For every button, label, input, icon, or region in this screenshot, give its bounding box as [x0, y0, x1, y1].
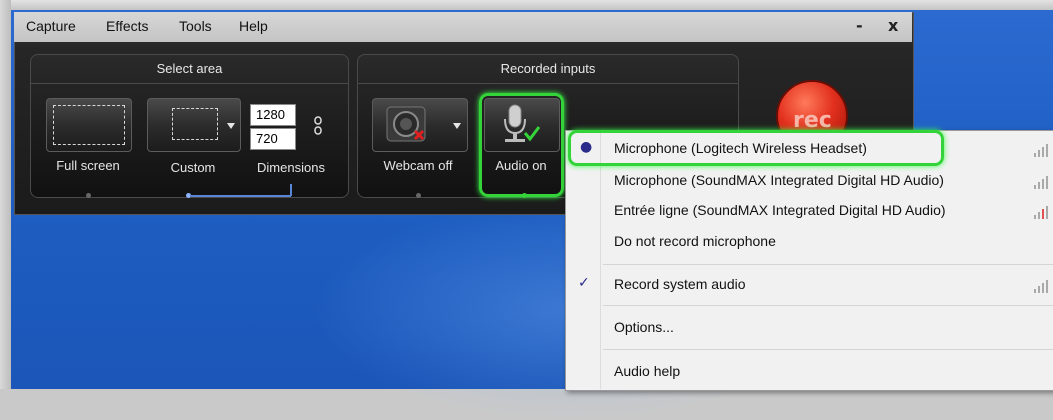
- menu-gutter: [600, 131, 601, 389]
- full-screen-label: Full screen: [56, 158, 120, 173]
- link-icon[interactable]: [313, 116, 323, 136]
- signal-bars-icon: [1034, 175, 1052, 189]
- close-button[interactable]: x: [888, 16, 898, 35]
- height-input[interactable]: 720: [250, 128, 296, 150]
- chevron-down-icon: [227, 123, 235, 129]
- menu-item-line-in[interactable]: Entrée ligne (SoundMAX Integrated Digita…: [614, 202, 946, 218]
- input-indicator-dot-active: [522, 193, 527, 198]
- menu-capture[interactable]: Capture: [26, 18, 76, 34]
- menu-tools[interactable]: Tools: [179, 18, 212, 34]
- signal-bars-icon: [1034, 143, 1052, 157]
- signal-bars-muted-icon: [1034, 205, 1052, 219]
- audio-source-menu: [565, 130, 1053, 391]
- webcam-icon: [386, 106, 426, 142]
- full-screen-button[interactable]: [46, 98, 132, 152]
- webcam-label: Webcam off: [383, 158, 453, 173]
- menu-bar: Capture Effects Tools Help - x: [14, 12, 912, 42]
- menu-separator: [603, 264, 1053, 265]
- webcam-button[interactable]: [372, 98, 468, 152]
- dimensions-label: Dimensions: [257, 160, 325, 175]
- menu-help[interactable]: Help: [239, 18, 268, 34]
- menu-item-no-mic[interactable]: Do not record microphone: [614, 233, 776, 249]
- menu-item-soundmax-mic[interactable]: Microphone (SoundMAX Integrated Digital …: [614, 172, 944, 188]
- audio-highlight: [479, 93, 564, 197]
- menu-separator: [603, 349, 1053, 350]
- window-frame-top: [0, 0, 1053, 10]
- menu-item-audio-help[interactable]: Audio help: [614, 363, 680, 379]
- custom-area-button[interactable]: [147, 98, 241, 152]
- custom-label: Custom: [170, 160, 216, 175]
- recorded-inputs-title: Recorded inputs: [500, 61, 596, 76]
- select-area-title: Select area: [156, 61, 223, 76]
- window-frame-left: [0, 0, 11, 389]
- menu-effects[interactable]: Effects: [106, 18, 149, 34]
- minimize-button[interactable]: -: [856, 16, 863, 35]
- menu-separator: [603, 305, 1053, 306]
- menu-item-options[interactable]: Options...: [614, 319, 674, 335]
- chevron-down-icon: [453, 123, 461, 129]
- area-indicator-dot: [86, 193, 91, 198]
- width-input[interactable]: 1280: [250, 104, 296, 126]
- full-screen-icon: [53, 105, 125, 145]
- area-indicator-line: [290, 184, 292, 196]
- logitech-highlight: [568, 130, 944, 166]
- checkmark-icon: ✓: [578, 275, 590, 291]
- group-divider: [31, 83, 348, 84]
- area-indicator-line: [190, 195, 291, 197]
- input-indicator-dot: [416, 193, 421, 198]
- menu-item-system-audio[interactable]: Record system audio: [614, 276, 746, 292]
- signal-bars-icon: [1034, 279, 1052, 293]
- group-divider: [358, 83, 738, 84]
- custom-area-icon: [172, 108, 218, 140]
